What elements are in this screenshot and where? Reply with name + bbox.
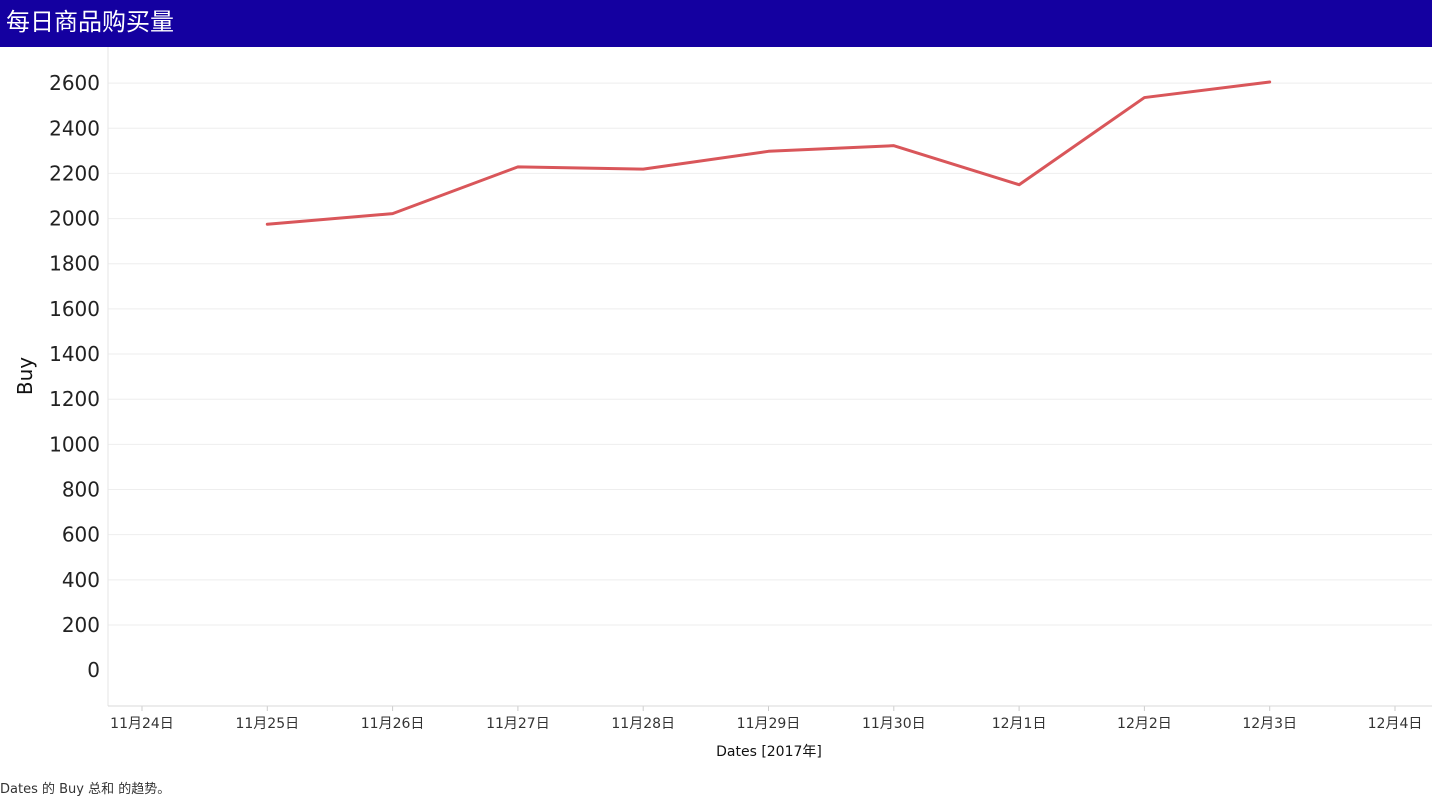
x-tick-label: 11月29日 [737,716,801,732]
y-axis-title: Buy [13,357,37,395]
y-tick-label: 2000 [49,207,100,231]
y-tick-label: 1600 [49,297,100,321]
x-tick-label: 12月1日 [992,716,1047,732]
y-axis-ticks: 0 200 400 600 800 1000 1200 1400 1600 1800 2000 220… [49,71,100,682]
gridlines [107,47,1432,706]
series-group [265,80,1272,226]
x-tick-label: 11月27日 [486,716,550,732]
chart-caption: Dates 的 Buy 总和 的趋势。 [0,782,171,797]
y-tick-label: 2600 [49,71,100,95]
y-tick-label: 0 [87,658,100,682]
y-tick-label: 2400 [49,116,100,140]
chart-title: 每日商品购买量 [6,8,174,36]
y-tick-label: 400 [62,568,100,592]
y-tick-label: 200 [62,613,100,637]
y-tick-label: 800 [62,478,100,502]
x-axis-title: Dates [2017年] [716,744,822,760]
title-bar: 每日商品购买量 [0,0,1432,47]
x-tick-label: 12月2日 [1117,716,1172,732]
x-tick-label: 12月4日 [1368,716,1423,732]
y-tick-label: 1000 [49,432,100,456]
x-tick-label: 11月28日 [611,716,675,732]
x-tick-label: 12月3日 [1242,716,1297,732]
y-tick-label: 1200 [49,387,100,411]
x-tick-label: 11月24日 [110,716,174,732]
y-tick-label: 1800 [49,252,100,276]
x-tick-label: 11月30日 [862,716,926,732]
y-tick-label: 1400 [49,342,100,366]
x-tick-label: 11月25日 [235,716,299,732]
series-line [265,80,1272,226]
x-tick-label: 11月26日 [361,716,425,732]
line-chart: 0 200 400 600 800 1000 1200 1400 1600 1800 2000 220… [13,47,1432,760]
y-tick-label: 2200 [49,161,100,185]
y-tick-label: 600 [62,523,100,547]
x-axis-ticks: 11月24日 11月25日 11月26日 11月27日 11月28日 11月29日 11月3… [110,706,1422,732]
